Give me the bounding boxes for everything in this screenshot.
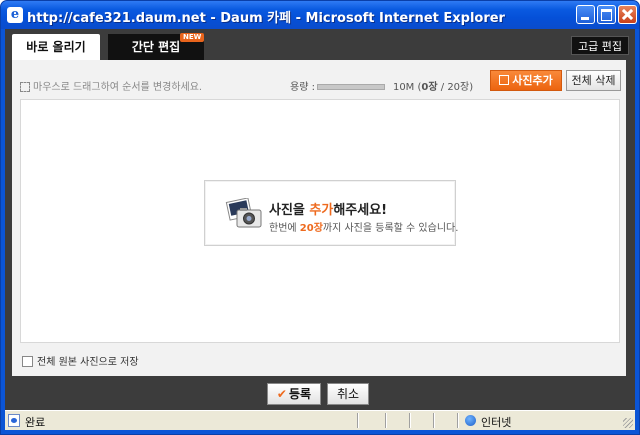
- advanced-edit-button[interactable]: 고급 편집: [571, 36, 629, 55]
- placeholder-title-post: 해주세요!: [333, 203, 388, 218]
- ie-icon: e: [7, 7, 23, 23]
- zone-text: 인터넷: [481, 416, 512, 429]
- drag-icon: [20, 82, 30, 92]
- empty-placeholder: 사진을 추가해주세요! 한번에 20장까지 사진을 등록할 수 있습니다.: [204, 180, 458, 246]
- status-text: 완료: [25, 416, 46, 429]
- status-divider: [457, 413, 459, 428]
- minimize-button[interactable]: [576, 5, 595, 24]
- count-current: 0장: [421, 82, 438, 93]
- close-button[interactable]: [618, 5, 637, 24]
- title-bar[interactable]: e http://cafe321.daum.net - Daum 카페 - Mi…: [1, 1, 639, 29]
- browser-window: e http://cafe321.daum.net - Daum 카페 - Mi…: [0, 0, 640, 435]
- check-icon: ✔: [276, 387, 287, 401]
- drag-hint: 마우스로 드래그하여 순서를 변경하세요.: [20, 78, 202, 93]
- capacity-max: 10M: [392, 82, 415, 93]
- photo-drop-area[interactable]: 사진을 추가해주세요! 한번에 20장까지 사진을 등록할 수 있습니다.: [20, 99, 620, 343]
- register-button[interactable]: ✔ 등록: [267, 383, 321, 405]
- placeholder-title-pre: 사진을: [269, 203, 310, 218]
- status-divider: [357, 413, 359, 428]
- internet-zone-icon: [465, 415, 476, 426]
- status-divider: [433, 413, 435, 428]
- save-original-option[interactable]: 전체 원본 사진으로 저장: [22, 353, 139, 368]
- cancel-button[interactable]: 취소: [327, 383, 369, 405]
- placeholder-sub-post: 까지 사진을 등록할 수 있습니다.: [322, 223, 459, 234]
- add-photo-button[interactable]: 사진추가: [490, 70, 562, 91]
- save-original-checkbox[interactable]: [22, 356, 33, 367]
- page-done-icon: [8, 414, 20, 427]
- capacity-bar: [316, 84, 385, 90]
- placeholder-sub-pre: 한번에: [269, 223, 300, 234]
- save-original-label: 전체 원본 사진으로 저장: [37, 357, 139, 368]
- count-close: ): [469, 82, 474, 93]
- camera-photo-icon: [225, 198, 262, 228]
- placeholder-sub-accent: 20장: [299, 223, 323, 234]
- count-sep: /: [437, 82, 448, 93]
- resize-grip[interactable]: [623, 418, 633, 428]
- placeholder-title: 사진을 추가해주세요!: [269, 199, 387, 218]
- maximize-button[interactable]: [597, 5, 616, 24]
- drag-hint-text: 마우스로 드래그하여 순서를 변경하세요.: [33, 82, 203, 93]
- capacity-indicator: 용량 :10M (0장 / 20장): [290, 78, 473, 93]
- placeholder-title-accent: 추가: [309, 203, 334, 218]
- delete-all-button[interactable]: 전체 삭제: [566, 70, 621, 91]
- count-max: 20장: [447, 82, 470, 93]
- add-photo-icon: [499, 75, 510, 85]
- window-title: http://cafe321.daum.net - Daum 카페 - Micr…: [27, 11, 505, 26]
- capacity-label: 용량 :: [290, 82, 315, 93]
- popup-content: 바로 올리기 간단 편집 NEW 고급 편집 마우스로 드래그하여 순서를 변경…: [5, 29, 635, 410]
- upload-panel: 마우스로 드래그하여 순서를 변경하세요. 용량 :10M (0장 / 20장)…: [12, 60, 626, 376]
- status-bar: 완료 인터넷: [5, 410, 635, 430]
- status-divider: [385, 413, 387, 428]
- new-badge: NEW: [180, 33, 205, 42]
- placeholder-subtitle: 한번에 20장까지 사진을 등록할 수 있습니다.: [269, 219, 458, 234]
- register-label: 등록: [288, 387, 312, 401]
- status-divider: [409, 413, 411, 428]
- add-photo-label: 사진추가: [512, 74, 553, 87]
- tab-quick-upload[interactable]: 바로 올리기: [12, 34, 100, 60]
